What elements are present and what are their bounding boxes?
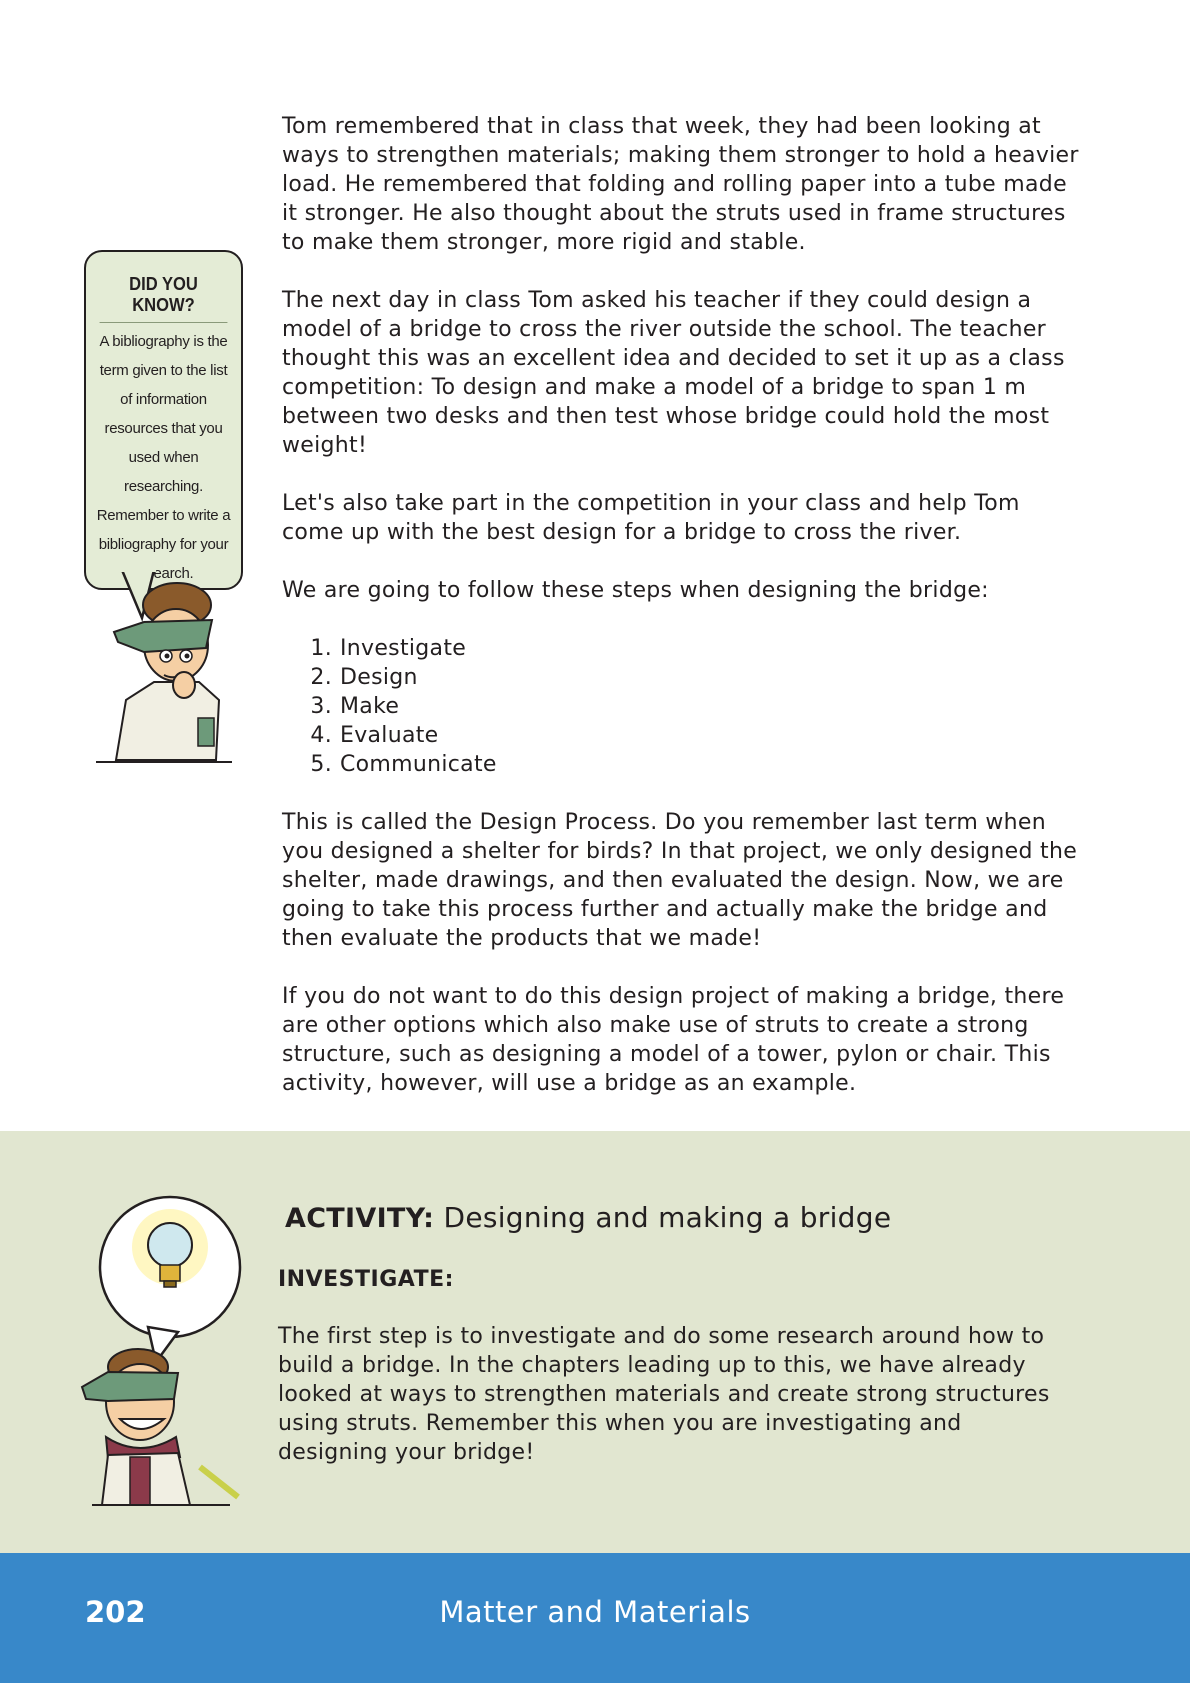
list-item: 2. Design (310, 665, 418, 690)
page-footer: 202 Matter and Materials (0, 1553, 1190, 1683)
callout-text: A bibliography is the term given to the … (96, 333, 231, 582)
list-item: 1. Investigate (310, 636, 467, 661)
design-steps-list: 1. Investigate 2. Design 3. Make 4. Evaluate… (282, 634, 1082, 779)
activity-section: ACTIVITY: Designing and making a bridge … (0, 1131, 1190, 1553)
book-title: Matter and Materials (439, 1595, 751, 1629)
callout-title: DID YOU KNOW? (99, 274, 228, 323)
paragraph: Let's also take part in the competition … (282, 491, 1020, 545)
smiling-boy-icon (80, 1195, 242, 1506)
paragraph: We are going to follow these steps when … (282, 578, 989, 603)
activity-subheading: INVESTIGATE: (278, 1267, 454, 1292)
main-text: Tom remembered that in class that week, … (282, 112, 1082, 1127)
list-item: 4. Evaluate (310, 723, 439, 748)
activity-label: ACTIVITY: (285, 1203, 435, 1234)
activity-text: The first step is to investigate and do … (278, 1324, 1050, 1465)
paragraph: This is called the Design Process. Do yo… (282, 810, 1078, 951)
paragraph: Tom remembered that in class that week, … (282, 114, 1079, 255)
list-item: 5. Communicate (310, 752, 497, 777)
activity-title: ACTIVITY: Designing and making a bridge (285, 1201, 891, 1234)
paragraph: If you do not want to do this design pro… (282, 984, 1065, 1096)
did-you-know-callout: DID YOU KNOW? A bibliography is the term… (84, 250, 243, 590)
list-item: 3. Make (310, 694, 400, 719)
thinking-boy-icon (96, 570, 232, 763)
paragraph: The next day in class Tom asked his teac… (282, 288, 1065, 458)
activity-heading: Designing and making a bridge (443, 1201, 892, 1234)
